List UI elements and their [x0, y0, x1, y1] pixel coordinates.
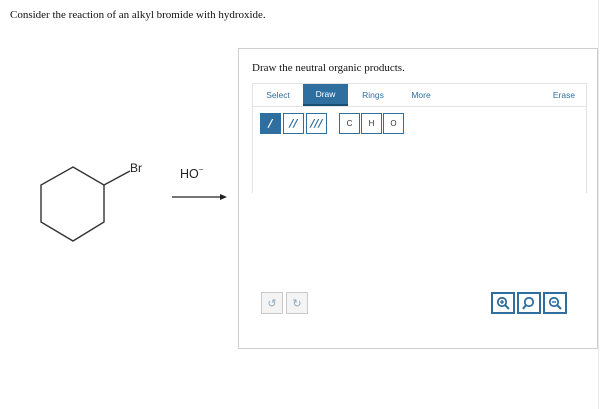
atom-o-button[interactable]: O: [383, 113, 404, 134]
reaction-scheme: [40, 166, 227, 242]
tab-rings[interactable]: Rings: [353, 84, 393, 106]
zoom-out-button[interactable]: [543, 292, 567, 314]
zoom-in-button[interactable]: [491, 292, 515, 314]
zoom-reset-button[interactable]: [517, 292, 541, 314]
double-bond-button[interactable]: //: [283, 113, 304, 134]
right-edge-divider: [598, 0, 599, 409]
toolbar-tabs: Select Draw Rings More Erase: [253, 84, 586, 107]
tab-more[interactable]: More: [401, 84, 441, 106]
triple-bond-button[interactable]: ///: [306, 113, 327, 134]
undo-icon: ↺: [267, 296, 277, 310]
c-br-bond: [103, 170, 131, 186]
reaction-arrow-head: [220, 194, 227, 200]
bromine-label: Br: [130, 161, 142, 175]
atom-c-button[interactable]: C: [339, 113, 360, 134]
zoom-out-icon: [548, 296, 562, 310]
redo-icon: ↻: [292, 296, 302, 310]
reagent-charge: −: [198, 165, 204, 174]
zoom-in-icon: [496, 296, 510, 310]
hydroxide-reagent: HO−: [180, 165, 204, 182]
reagent-formula: HO: [180, 167, 199, 182]
editor-toolbar: Select Draw Rings More Erase / // /// C …: [252, 83, 587, 193]
zoom-reset-icon: [522, 296, 535, 310]
redo-button[interactable]: ↻: [286, 292, 308, 314]
tab-select[interactable]: Select: [257, 84, 299, 106]
drawing-panel: Draw the neutral organic products. Selec…: [238, 48, 598, 349]
tab-erase[interactable]: Erase: [545, 84, 583, 106]
editor-prompt: Draw the neutral organic products.: [252, 62, 405, 74]
undo-button[interactable]: ↺: [261, 292, 283, 314]
atom-h-button[interactable]: H: [361, 113, 382, 134]
single-bond-button[interactable]: /: [260, 113, 281, 134]
cyclohexane-ring: [40, 166, 105, 242]
tab-draw[interactable]: Draw: [303, 84, 348, 106]
